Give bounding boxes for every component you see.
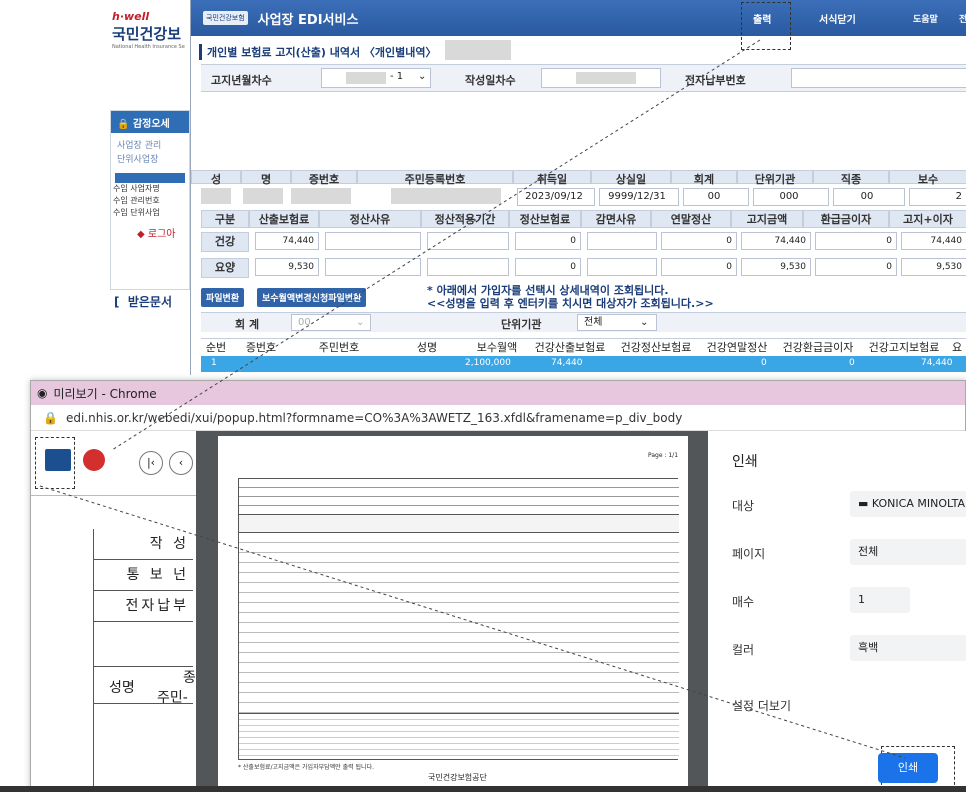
guide-line	[39, 485, 906, 759]
taskbar-strip	[0, 786, 966, 792]
guide-line	[111, 39, 761, 451]
screen: h·well 국민건강보 National Health Insurance S…	[0, 0, 966, 792]
guide-lines	[39, 39, 906, 759]
